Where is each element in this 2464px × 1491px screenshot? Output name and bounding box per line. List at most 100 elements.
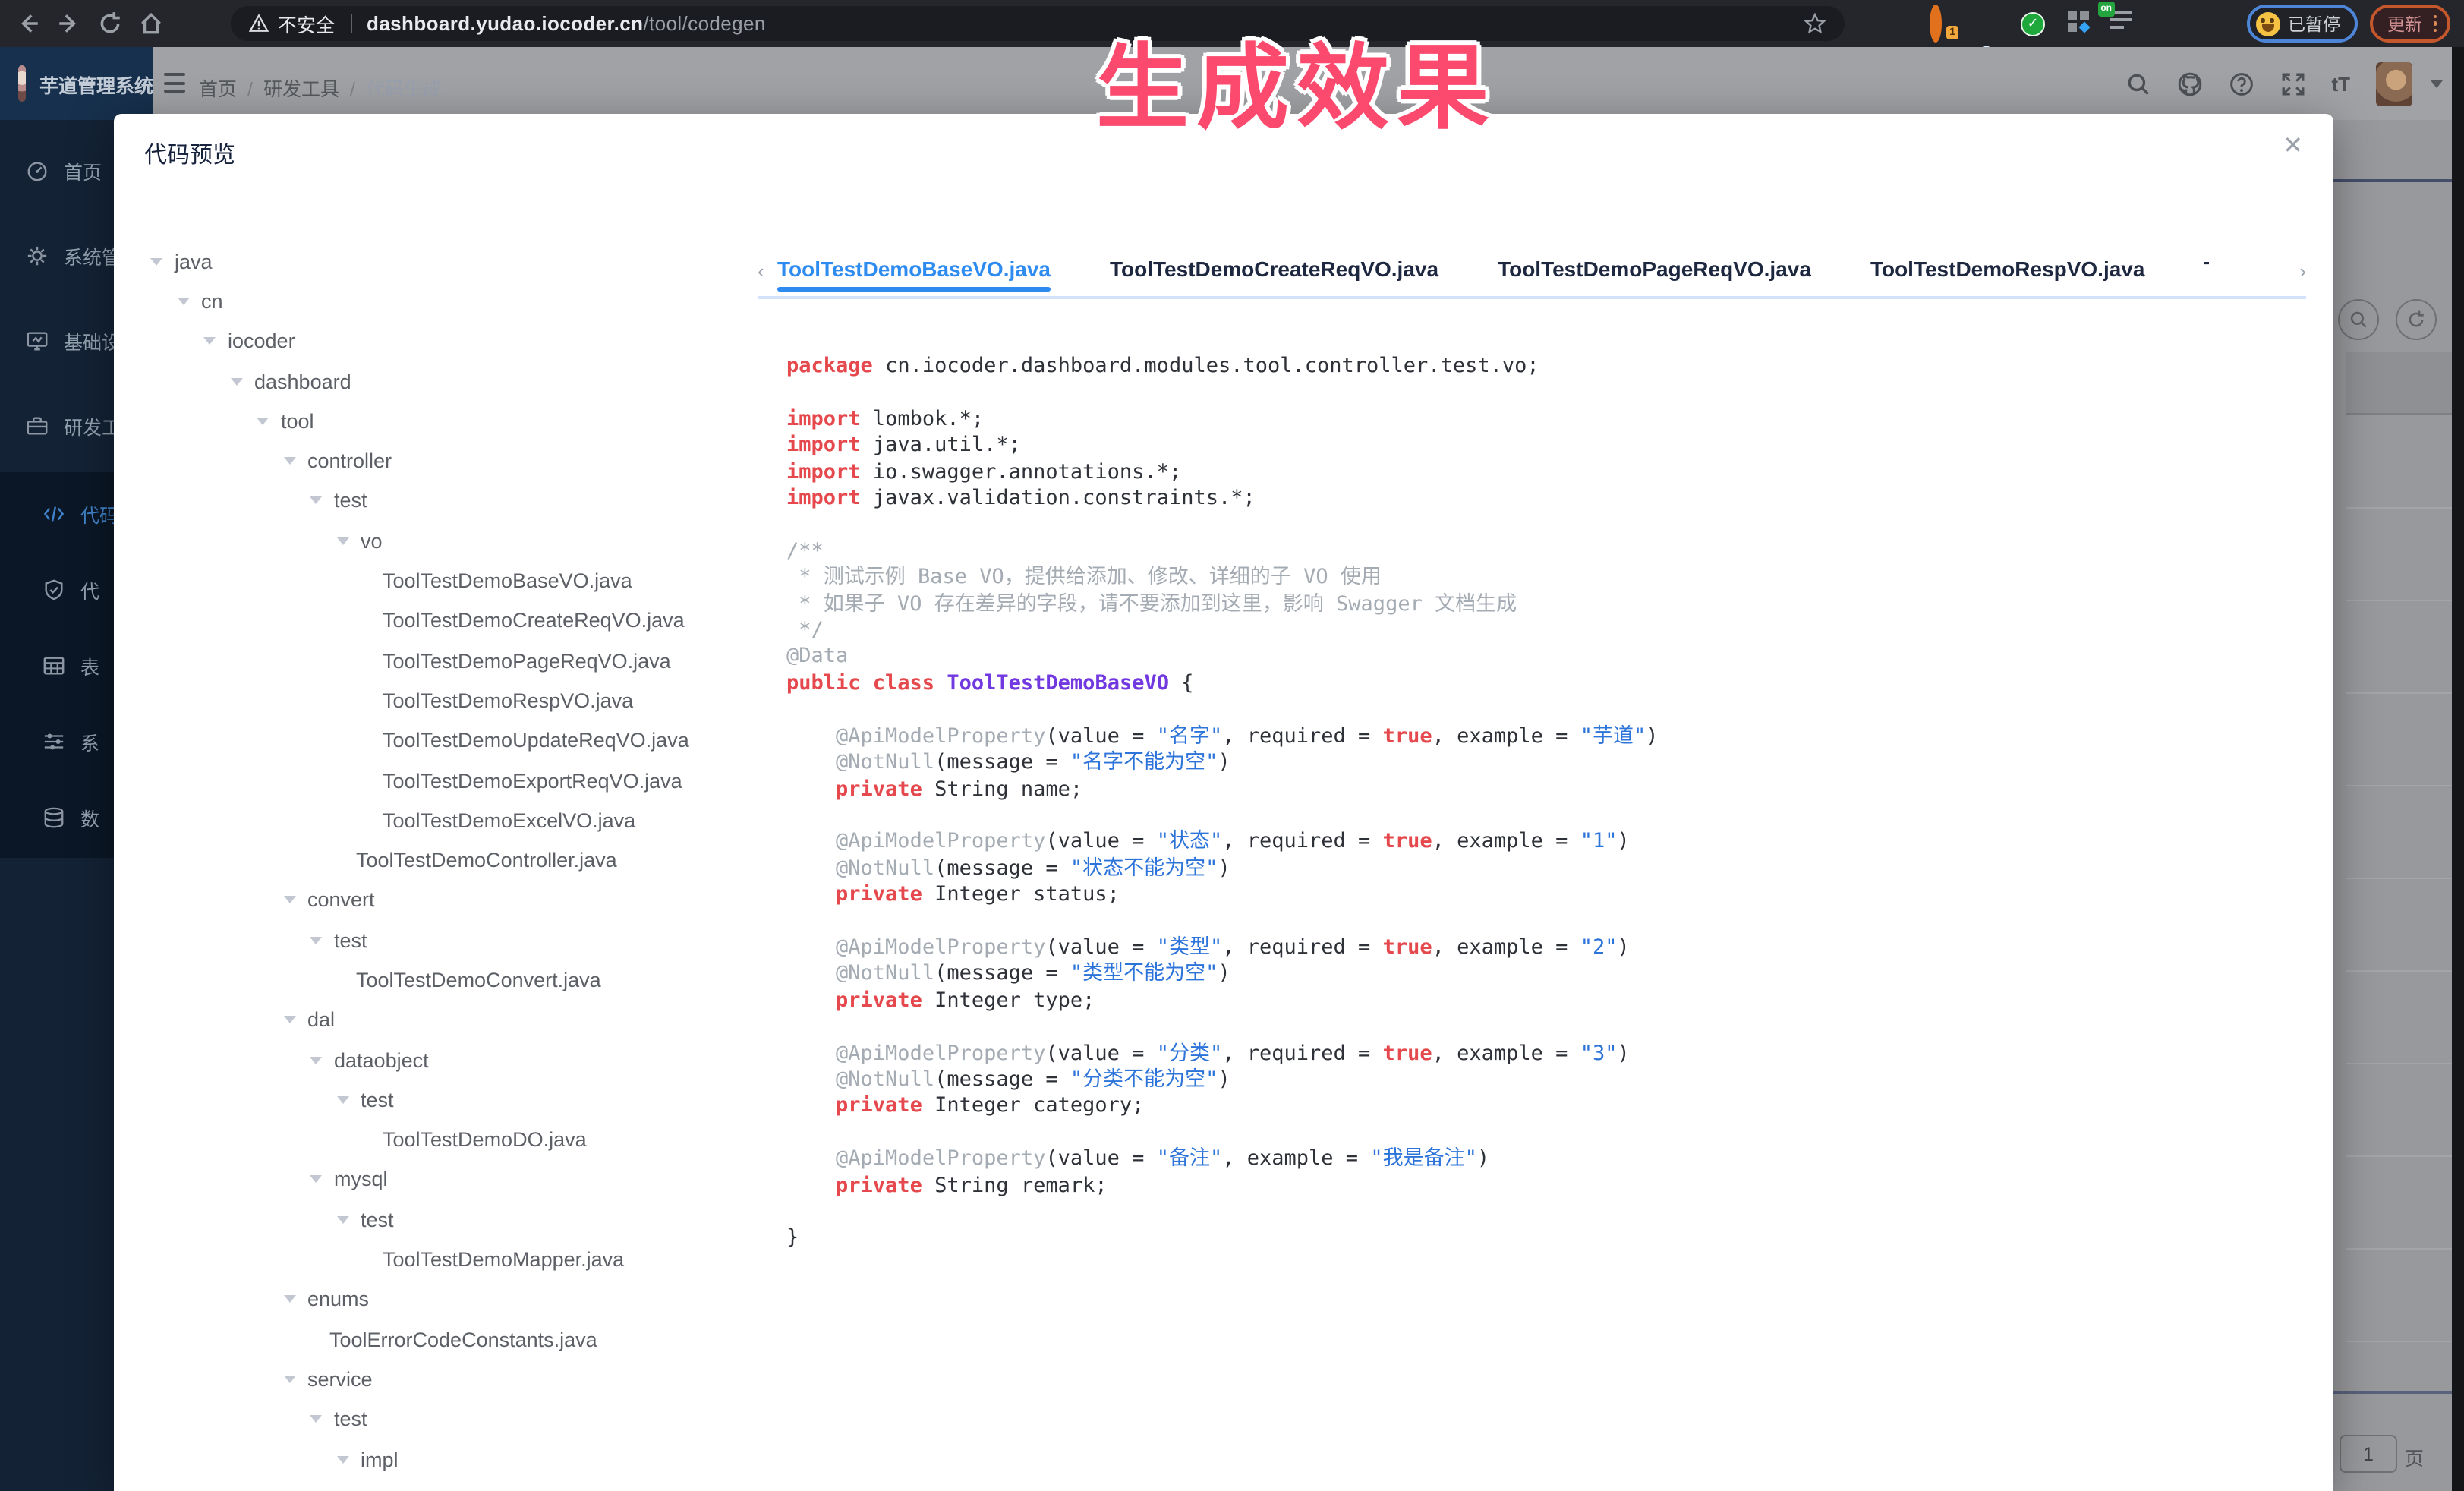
home-icon[interactable]	[138, 11, 164, 36]
tree-file[interactable]: ToolTestDemoController.java	[150, 840, 758, 881]
caret-down-icon	[150, 257, 162, 265]
extension-leaf-icon[interactable]	[2156, 11, 2182, 36]
browser-profile-chip[interactable]: 已暂停	[2247, 5, 2357, 43]
user-avatar[interactable]	[2376, 61, 2412, 106]
caret-down-icon	[283, 1296, 295, 1303]
tree-file[interactable]: ToolErrorCodeConstants.java	[150, 1319, 758, 1360]
tree-file[interactable]: ToolTestDemoRespVO.java	[150, 681, 758, 721]
caret-down-icon	[230, 377, 242, 385]
tree-folder[interactable]: dataobject	[150, 1040, 758, 1080]
tree-folder[interactable]: service	[150, 1360, 758, 1400]
tree-folder[interactable]: vo	[150, 521, 758, 561]
tree-label: test	[334, 928, 367, 951]
tree-file[interactable]: ToolTestDemoServiceImpl.java	[150, 1479, 758, 1491]
tree-folder[interactable]: java	[150, 241, 758, 282]
tree-folder[interactable]: dal	[150, 1000, 758, 1040]
forward-icon[interactable]	[56, 11, 82, 36]
tab-tooltestdemocreatereqvo-java[interactable]: ToolTestDemoCreateReqVO.java	[1110, 247, 1438, 299]
url-text[interactable]: dashboard.yudao.iocoder.cn/tool/codegen	[367, 12, 766, 35]
tree-file[interactable]: ToolTestDemoCreateReqVO.java	[150, 600, 758, 641]
tree-label: ToolTestDemoExportReqVO.java	[383, 769, 682, 792]
address-bar[interactable]: 不安全 dashboard.yudao.iocoder.cn/tool/code…	[231, 6, 1845, 41]
fullscreen-icon[interactable]	[2280, 71, 2305, 96]
tree-label: convert	[307, 889, 375, 912]
tree-folder[interactable]: test	[150, 1199, 758, 1240]
caret-down-icon	[283, 457, 295, 465]
tree-folder[interactable]: tool	[150, 401, 758, 441]
app-title: 芋道管理系统	[39, 69, 153, 98]
tree-folder[interactable]: impl	[150, 1439, 758, 1480]
tree-folder[interactable]: test	[150, 1399, 758, 1439]
extension-list-on-icon[interactable]: on	[2110, 11, 2136, 36]
table-search-button[interactable]	[2338, 299, 2379, 340]
tabs-scroll-right-icon[interactable]: ›	[2299, 260, 2306, 282]
tree-folder[interactable]: enums	[150, 1279, 758, 1319]
tree-folder[interactable]: test	[150, 481, 758, 522]
window-edge	[2452, 47, 2464, 1491]
tree-folder[interactable]: test	[150, 1080, 758, 1120]
tab-tooltestdemopagereqvo-java[interactable]: ToolTestDemoPageReqVO.java	[1498, 247, 1811, 299]
tree-folder[interactable]: test	[150, 920, 758, 960]
page-number-input[interactable]: 1	[2340, 1435, 2397, 1473]
tree-folder[interactable]: iocoder	[150, 321, 758, 361]
tree-label: dal	[307, 1009, 335, 1032]
extension-pin-icon[interactable]	[1975, 11, 2001, 36]
browser-menu-icon[interactable]	[2433, 15, 2437, 33]
tree-file[interactable]: ToolTestDemoConvert.java	[150, 960, 758, 1001]
extension-paw-icon[interactable]	[2201, 11, 2227, 36]
reload-icon[interactable]	[97, 11, 123, 36]
table-refresh-button[interactable]	[2396, 299, 2437, 340]
caret-down-icon	[283, 1017, 295, 1024]
bookmark-star-icon[interactable]	[1804, 12, 1826, 35]
sidebar-item-label: 数	[80, 802, 99, 831]
tree-folder[interactable]: mysql	[150, 1160, 758, 1200]
caret-down-icon	[283, 1376, 295, 1383]
tabs-scroll-left-icon[interactable]: ‹	[758, 260, 764, 282]
background-table-row-divider	[2346, 878, 2464, 879]
tree-file[interactable]: ToolTestDemoMapper.java	[150, 1240, 758, 1280]
code-block[interactable]: package cn.iocoder.dashboard.modules.too…	[786, 354, 1659, 1253]
tree-file[interactable]: ToolTestDemoPageReqVO.java	[150, 641, 758, 681]
extension-grid-icon[interactable]	[2065, 11, 2091, 36]
background-table-row-divider	[2346, 1248, 2464, 1250]
font-size-icon[interactable]: tT	[2331, 71, 2350, 96]
background-table-row-divider	[2346, 692, 2464, 694]
sidebar-collapse-icon[interactable]	[164, 73, 185, 93]
tree-file[interactable]: ToolTestDemoBaseVO.java	[150, 561, 758, 601]
tabs-bar: ‹ ToolTestDemoBaseVO.java ToolTestDemoCre…	[758, 247, 2306, 299]
tree-folder[interactable]: dashboard	[150, 361, 758, 402]
help-icon[interactable]	[2228, 71, 2254, 96]
chevron-down-icon[interactable]	[2431, 80, 2443, 87]
extension-green-icon[interactable]: ✓	[2021, 11, 2045, 36]
tree-label: ToolTestDemoExcelVO.java	[383, 809, 635, 832]
close-icon[interactable]: ✕	[2283, 135, 2303, 159]
tab-tooltestdemorespvo-java[interactable]: ToolTestDemoRespVO.java	[1870, 247, 2145, 299]
tree-label: impl	[361, 1448, 399, 1471]
tree-file[interactable]: ToolTestDemoExportReqVO.java	[150, 761, 758, 801]
security-label[interactable]: 不安全	[278, 9, 335, 38]
tree-label: dashboard	[254, 370, 351, 392]
tab-toolte[interactable]: ToolTe	[2204, 247, 2209, 299]
tree-file[interactable]: ToolTestDemoExcelVO.java	[150, 800, 758, 840]
tree-label: test	[361, 1089, 394, 1111]
background-table-row-divider	[2346, 785, 2464, 786]
extension-blocker-icon[interactable]: 1	[1930, 11, 1955, 36]
tree-folder[interactable]: convert	[150, 881, 758, 921]
tree-file[interactable]: ToolTestDemoDO.java	[150, 1120, 758, 1160]
tree-folder[interactable]: cn	[150, 282, 758, 322]
annotation-text: 生成效果	[1096, 12, 1497, 147]
tab-tooltestdemobasevo-java[interactable]: ToolTestDemoBaseVO.java	[777, 247, 1051, 299]
background-table-row-divider	[2346, 1155, 2464, 1157]
tree-label: cn	[201, 290, 223, 313]
browser-update-button[interactable]: 更新	[2369, 5, 2450, 43]
tree-file[interactable]: ToolTestDemoUpdateReqVO.java	[150, 720, 758, 761]
tree-folder[interactable]: controller	[150, 441, 758, 481]
breadcrumb-home[interactable]: 首页	[199, 79, 237, 100]
background-table-row-divider	[2346, 507, 2464, 509]
search-icon[interactable]	[2125, 71, 2150, 96]
tree-label: ToolTestDemoConvert.java	[356, 969, 601, 991]
github-icon[interactable]	[2176, 71, 2202, 96]
shield-check-icon	[43, 578, 65, 600]
back-icon[interactable]	[15, 11, 41, 36]
breadcrumb-tools[interactable]: 研发工具	[263, 79, 339, 100]
